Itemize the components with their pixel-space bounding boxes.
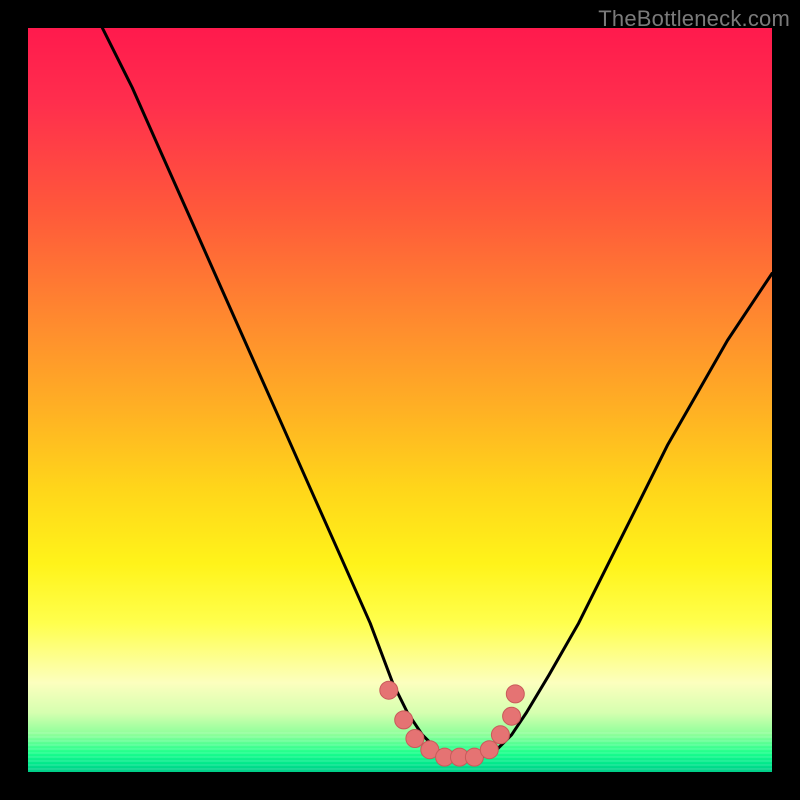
plateau-marker (480, 741, 498, 759)
plateau-marker (503, 707, 521, 725)
bottleneck-curve (102, 28, 772, 757)
plateau-marker (380, 681, 398, 699)
plateau-marker (506, 685, 524, 703)
watermark-text: TheBottleneck.com (598, 6, 790, 32)
outer-frame: TheBottleneck.com (0, 0, 800, 800)
curve-layer (28, 28, 772, 772)
plateau-marker (406, 730, 424, 748)
plateau-marker (491, 726, 509, 744)
plot-area (28, 28, 772, 772)
plateau-marker (395, 711, 413, 729)
